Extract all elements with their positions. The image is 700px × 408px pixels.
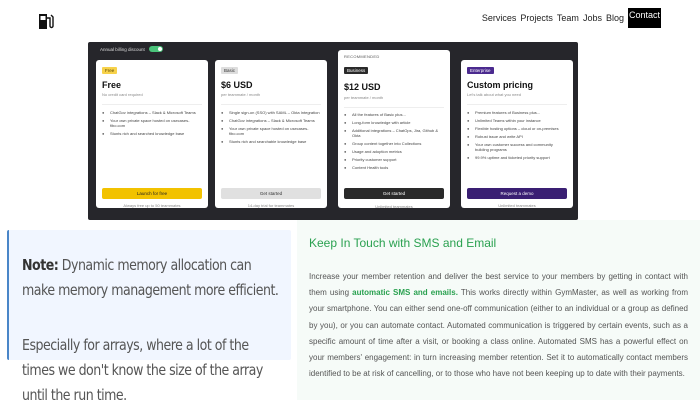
note-label: Note: xyxy=(22,256,59,274)
feature-item: ChatGov integrations – Slack & Microsoft… xyxy=(221,118,321,123)
feature-item: All the features of Basic plus... xyxy=(344,112,444,117)
body-text: This works directly within GymMaster, as… xyxy=(309,288,688,379)
plan-badge: Enterprise xyxy=(467,67,494,74)
plan-footnote: Unlimited teammates xyxy=(498,203,536,208)
get-started-button[interactable]: Get started xyxy=(344,188,444,199)
nav-services[interactable]: Services xyxy=(482,13,517,23)
feature-item: Content Health tools xyxy=(344,165,444,170)
divider xyxy=(102,104,202,105)
note-text: Dynamic memory allocation can make memor… xyxy=(22,256,279,299)
section-body: Increase your member retention and deliv… xyxy=(309,269,688,382)
top-nav: Services Projects Team Jobs Blog Contact xyxy=(482,8,661,28)
toggle-label: Annual billing discount xyxy=(100,46,145,52)
note-paragraph-2: Especially for arrays, where a lot of th… xyxy=(22,336,263,404)
plan-subtitle: per teammate / month xyxy=(344,95,384,100)
pricing-card-free: Free Free No credit card required ChatGo… xyxy=(96,60,208,208)
plan-name: $12 USD xyxy=(344,82,381,92)
plan-footnote: 14-day trial for teammates xyxy=(247,203,295,208)
plan-badge: Business xyxy=(344,67,369,74)
plan-subtitle: per teammate / month xyxy=(221,92,261,97)
pricing-screenshot: Annual billing discount Free Free No cre… xyxy=(88,42,578,220)
feature-list: Premium features of Business plus... Unl… xyxy=(467,110,567,163)
feature-item: Unlimited Teams within your instance xyxy=(467,118,567,123)
feature-item: Your own private space hosted on usecase… xyxy=(221,126,321,136)
plan-subtitle: No credit card required xyxy=(102,92,143,97)
divider xyxy=(344,107,444,108)
get-started-button[interactable]: Get started xyxy=(221,188,321,199)
feature-item: ChatGov integrations – Slack & Microsoft… xyxy=(102,110,202,115)
section-title: Keep In Touch with SMS and Email xyxy=(309,236,497,250)
nav-contact[interactable]: Contact xyxy=(627,8,661,28)
feature-item: Stunts rich and searched knowledge base xyxy=(102,131,202,136)
note-paragraph: Note: Dynamic memory allocation can make… xyxy=(22,253,282,303)
feature-list: Single sign-on (SSO) with SAML – Okta In… xyxy=(221,110,321,147)
plan-name: Custom pricing xyxy=(467,80,534,90)
plan-name: $6 USD xyxy=(221,80,253,90)
feature-item: Single sign-on (SSO) with SAML – Okta In… xyxy=(221,110,321,115)
nav-projects[interactable]: Projects xyxy=(520,13,553,23)
pricing-card-business: RECOMMENDED Business $12 USD per teammat… xyxy=(338,50,450,209)
billing-toggle[interactable] xyxy=(148,46,163,52)
request-demo-button[interactable]: Request a demo xyxy=(467,188,567,199)
feature-item: Robust issue and write API xyxy=(467,134,567,139)
feature-item: Priority customer support xyxy=(344,157,444,162)
plan-subtitle: Let's talk about what you need xyxy=(467,92,521,97)
plan-badge: Free xyxy=(102,67,118,74)
plan-footnote: Unlimited teammates xyxy=(375,204,413,209)
divider xyxy=(221,104,321,105)
sms-email-section: Keep In Touch with SMS and Email Increas… xyxy=(297,220,700,400)
plan-badge: Basic xyxy=(221,67,239,74)
launch-free-button[interactable]: Launch for free xyxy=(102,188,202,199)
feature-item: Long-form knowledge with article xyxy=(344,120,444,125)
recommended-label: RECOMMENDED xyxy=(344,54,380,59)
body-highlight: automatic SMS and emails. xyxy=(352,288,458,298)
nav-team[interactable]: Team xyxy=(557,13,579,23)
feature-item: Premium features of Business plus... xyxy=(467,110,567,115)
pricing-card-enterprise: Enterprise Custom pricing Let's talk abo… xyxy=(461,60,573,208)
note-callout: Note: Dynamic memory allocation can make… xyxy=(7,230,291,404)
feature-item: Additional integrations – ChatOps, Jira,… xyxy=(344,128,444,138)
feature-item: Flexible hosting options – cloud or on-p… xyxy=(467,126,567,131)
feature-item: Your own customer success and community … xyxy=(467,142,567,152)
pricing-card-basic: Basic $6 USD per teammate / month Single… xyxy=(215,60,327,208)
nav-blog[interactable]: Blog xyxy=(606,13,624,23)
feature-item: 99.9% uptime and ticketed priority suppo… xyxy=(467,155,567,160)
fuel-pump-icon[interactable] xyxy=(38,12,54,30)
feature-list: ChatGov integrations – Slack & Microsoft… xyxy=(102,110,202,139)
feature-item: Your own private space hosted on usecase… xyxy=(102,118,202,128)
plan-name: Free xyxy=(102,80,122,90)
feature-item: Group content together into Collections xyxy=(344,141,444,146)
feature-item: Stunts rich and searchable knowledge bas… xyxy=(221,139,321,144)
divider xyxy=(467,104,567,105)
plan-footnote: Always free up to 50 teammates xyxy=(123,203,181,208)
nav-jobs[interactable]: Jobs xyxy=(583,13,602,23)
feature-list: All the features of Basic plus... Long-f… xyxy=(344,112,444,173)
feature-item: Usage and adoption metrics xyxy=(344,149,444,154)
billing-toggle-row: Annual billing discount xyxy=(100,46,163,52)
